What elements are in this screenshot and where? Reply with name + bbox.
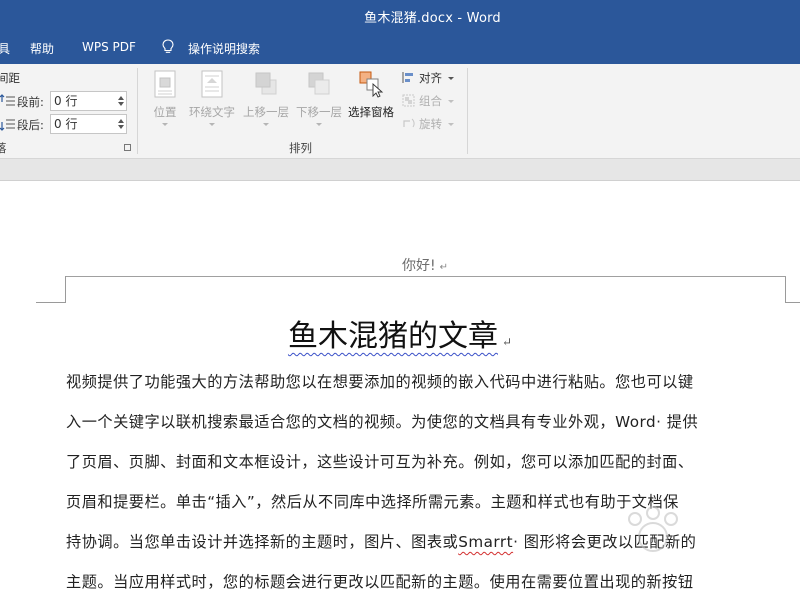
chevron-down-icon [316, 123, 322, 126]
group-separator [467, 68, 468, 154]
tab-tools-partial[interactable]: 具 [0, 40, 10, 57]
position-button[interactable]: 位置 [148, 70, 182, 126]
title-bar: 鱼木混猪.docx - Word [0, 0, 800, 31]
position-label: 位置 [153, 105, 177, 119]
align-icon [402, 72, 413, 83]
position-icon [154, 70, 176, 98]
group-icon [402, 94, 415, 107]
ribbon: 间距 段前: 0 行 段后: 0 行 落 位置 环绕文字 上移一层 下移一层 选… [0, 64, 800, 159]
wrap-text-label: 环绕文字 [189, 105, 235, 119]
rotate-label: 旋转 [419, 117, 442, 131]
bring-forward-label: 上移一层 [243, 105, 289, 119]
crop-mark [65, 276, 66, 303]
tab-help[interactable]: 帮助 [30, 40, 54, 57]
paragraph-mark: ↵ [501, 335, 513, 349]
misspelled-word[interactable]: Smarrt [458, 533, 513, 551]
paragraph-mark: ↵ [439, 262, 449, 273]
space-after-value: 0 行 [54, 117, 78, 131]
spinner-down-icon[interactable] [118, 102, 124, 106]
chevron-down-icon [447, 77, 454, 80]
align-button[interactable]: 对齐 [402, 70, 454, 86]
space-before-label: 段前: [17, 95, 44, 109]
chevron-down-icon [447, 100, 454, 103]
group-objects-button[interactable]: 组合 [402, 93, 454, 109]
group-label: 组合 [419, 94, 442, 108]
document-title[interactable]: 鱼木混猪的文章 ↵ [0, 311, 800, 355]
header-border-line [66, 276, 786, 277]
align-label: 对齐 [419, 71, 442, 85]
spacing-label: 间距 [0, 71, 20, 85]
spinner-down-icon[interactable] [118, 125, 124, 129]
page-header[interactable]: 你好! ↵ [402, 255, 448, 275]
header-text: 你好! [402, 258, 436, 274]
body-text-line[interactable]: 持协调。当您单击设计并选择新的主题时，图片、图表或Smarrt· 图形将会更改以… [66, 530, 696, 552]
space-after-spinner[interactable]: 0 行 [50, 114, 127, 134]
body-text-segment: 持协调。当您单击设计并选择新的主题时，图片、图表或 [66, 533, 459, 551]
send-backward-icon [308, 72, 330, 95]
body-text-line[interactable]: 了页眉、页脚、封面和文本框设计，这些设计可互为补充。例如，您可以添加匹配的封面、 [66, 450, 694, 472]
chevron-down-icon [162, 123, 168, 126]
rotate-button[interactable]: 旋转 [402, 116, 454, 132]
tell-me-search[interactable]: 操作说明搜索 [188, 40, 260, 57]
dialog-launcher-icon[interactable] [124, 144, 131, 151]
ribbon-tabs: 具 帮助 WPS PDF 操作说明搜索 [0, 31, 800, 64]
spacing-after-icon [0, 119, 15, 131]
tab-wps-pdf[interactable]: WPS PDF [82, 40, 136, 54]
crop-mark [785, 276, 786, 303]
wrap-text-button[interactable]: 环绕文字 [187, 70, 237, 126]
selection-pane-button[interactable]: 选择窗格 [346, 70, 396, 120]
body-text-line[interactable]: 视频提供了功能强大的方法帮助您以在想要添加的视频的嵌入代码中进行粘贴。您也可以键 [66, 370, 694, 392]
spinner-up-icon[interactable] [118, 119, 124, 123]
body-text-line[interactable]: 入一个关键字以联机搜索最适合您的文档的视频。为使您的文档具有专业外观，Word·… [66, 410, 698, 432]
group-separator [137, 68, 138, 154]
chevron-down-icon [263, 123, 269, 126]
watermark-logo [628, 506, 678, 552]
body-text-line[interactable]: 主题。当应用样式时，您的标题会进行更改以匹配新的主题。使用在需要位置出现的新按钮 [66, 570, 694, 592]
arrange-group-label: 排列 [289, 141, 312, 155]
selection-pane-icon [359, 71, 384, 98]
bring-forward-icon [255, 72, 277, 95]
selection-pane-label: 选择窗格 [348, 105, 394, 119]
crop-mark [36, 302, 66, 303]
document-title-text: 鱼木混猪的文章 [287, 319, 498, 354]
spacing-before-icon [0, 94, 15, 106]
bring-forward-button[interactable]: 上移一层 [240, 70, 292, 126]
spinner-up-icon[interactable] [118, 96, 124, 100]
send-backward-label: 下移一层 [296, 105, 342, 119]
send-backward-button[interactable]: 下移一层 [293, 70, 345, 126]
space-before-spinner[interactable]: 0 行 [50, 91, 127, 111]
chevron-down-icon [209, 123, 215, 126]
space-before-value: 0 行 [54, 94, 78, 108]
ruler-area [0, 159, 800, 181]
wrap-text-icon [201, 70, 223, 98]
paragraph-group-label: 落 [0, 141, 7, 155]
lightbulb-icon [162, 39, 174, 53]
window-title: 鱼木混猪.docx - Word [364, 11, 501, 26]
body-text-line[interactable]: 页眉和提要栏。单击“插入”，然后从不同库中选择所需元素。主题和样式也有助于文档保 [66, 490, 679, 512]
chevron-down-icon [447, 123, 454, 126]
rotate-icon [403, 118, 415, 128]
crop-mark [785, 302, 800, 303]
space-after-label: 段后: [17, 118, 44, 132]
